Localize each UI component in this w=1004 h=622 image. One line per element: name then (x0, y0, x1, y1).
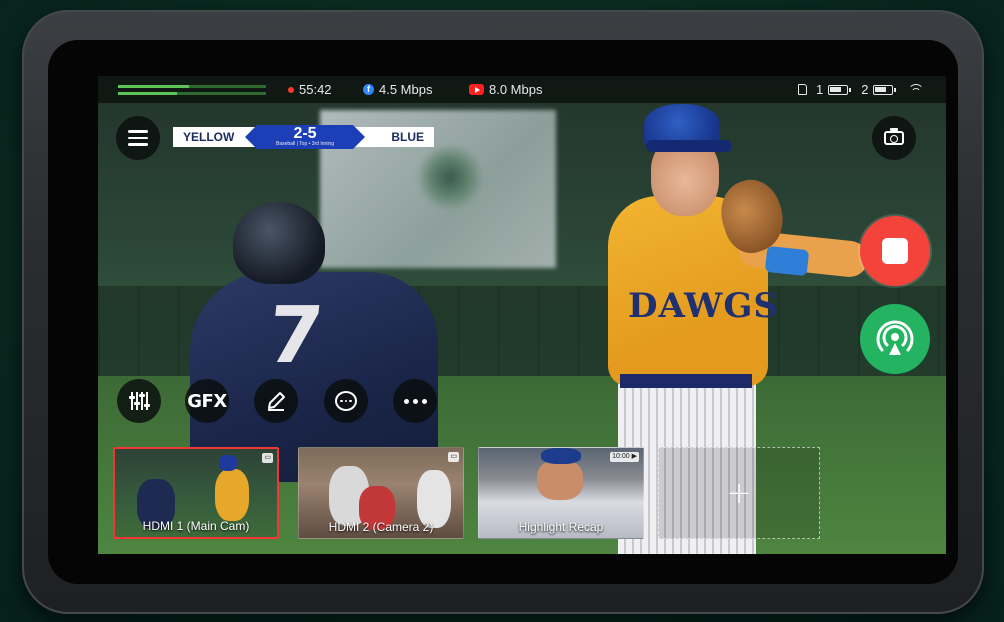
menu-icon (128, 126, 148, 150)
left-player-number: 7 (263, 291, 328, 381)
wifi-icon (908, 83, 925, 96)
record-timer: 55:42 (288, 82, 332, 97)
facebook-bitrate: f 4.5 Mbps (363, 82, 432, 97)
battery-icon (873, 84, 897, 95)
home-team-name: YELLOW (183, 130, 235, 144)
chat-icon (335, 391, 357, 411)
audio-level-meter (118, 85, 266, 95)
live-view[interactable]: 7 DAWGS 55:42 f 4.5 Mbps 8.0 Mbps 1 2 YE… (98, 76, 946, 554)
right-player-wristband (764, 245, 810, 277)
camera-icon (884, 128, 904, 145)
youtube-bitrate: 8.0 Mbps (469, 82, 542, 97)
audio-mixer-icon (128, 392, 150, 410)
right-player-jersey-text: DAWGS (628, 286, 779, 326)
video-duration: 10:00 ▶ (610, 452, 639, 462)
gfx-button[interactable]: GFX (185, 379, 229, 423)
source-thumbnail-highlight[interactable]: 10:00 ▶ Highlight Recap (478, 447, 644, 539)
youtube-icon (469, 84, 484, 95)
right-player-belt (620, 374, 752, 388)
broadcast-icon (876, 320, 914, 355)
away-team-name: BLUE (391, 130, 424, 144)
scoreboard-overlay[interactable]: YELLOW BLUE 2-5 Baseball | Top • 3rd Inn… (173, 125, 434, 149)
facebook-icon: f (363, 84, 374, 95)
source-thumbnail-hdmi2[interactable]: ▭ HDMI 2 (Camera 2) (298, 447, 464, 539)
record-dot-icon (288, 86, 294, 93)
comments-button[interactable] (324, 379, 368, 423)
menu-button[interactable] (116, 116, 160, 160)
stop-recording-button[interactable] (860, 216, 930, 286)
snapshot-button[interactable] (872, 116, 916, 160)
stop-icon (882, 238, 908, 264)
storage-battery-status: 1 2 (798, 82, 925, 97)
status-bar: 55:42 f 4.5 Mbps 8.0 Mbps 1 2 (98, 76, 946, 103)
source-type-icon: ▭ (448, 452, 459, 462)
draw-button[interactable] (254, 379, 298, 423)
more-icon (403, 398, 427, 404)
battery-icon (828, 84, 852, 95)
plus-icon: + (726, 475, 752, 511)
more-button[interactable] (393, 379, 437, 423)
source-thumbnail-hdmi1[interactable]: ▭ HDMI 1 (Main Cam) (113, 447, 279, 539)
left-player-helmet (233, 202, 325, 284)
audio-mixer-button[interactable] (117, 379, 161, 423)
add-source-button[interactable]: + (658, 447, 820, 539)
score-display: 2-5 Baseball | Top • 3rd Inning (245, 125, 365, 149)
game-info: Baseball | Top • 3rd Inning (276, 141, 334, 147)
sd-card-icon (798, 84, 807, 95)
source-type-icon: ▭ (262, 453, 273, 463)
score-value: 2-5 (293, 125, 317, 142)
right-player-cap (644, 104, 732, 152)
live-broadcast-button[interactable] (860, 304, 930, 374)
pencil-icon (268, 392, 285, 411)
